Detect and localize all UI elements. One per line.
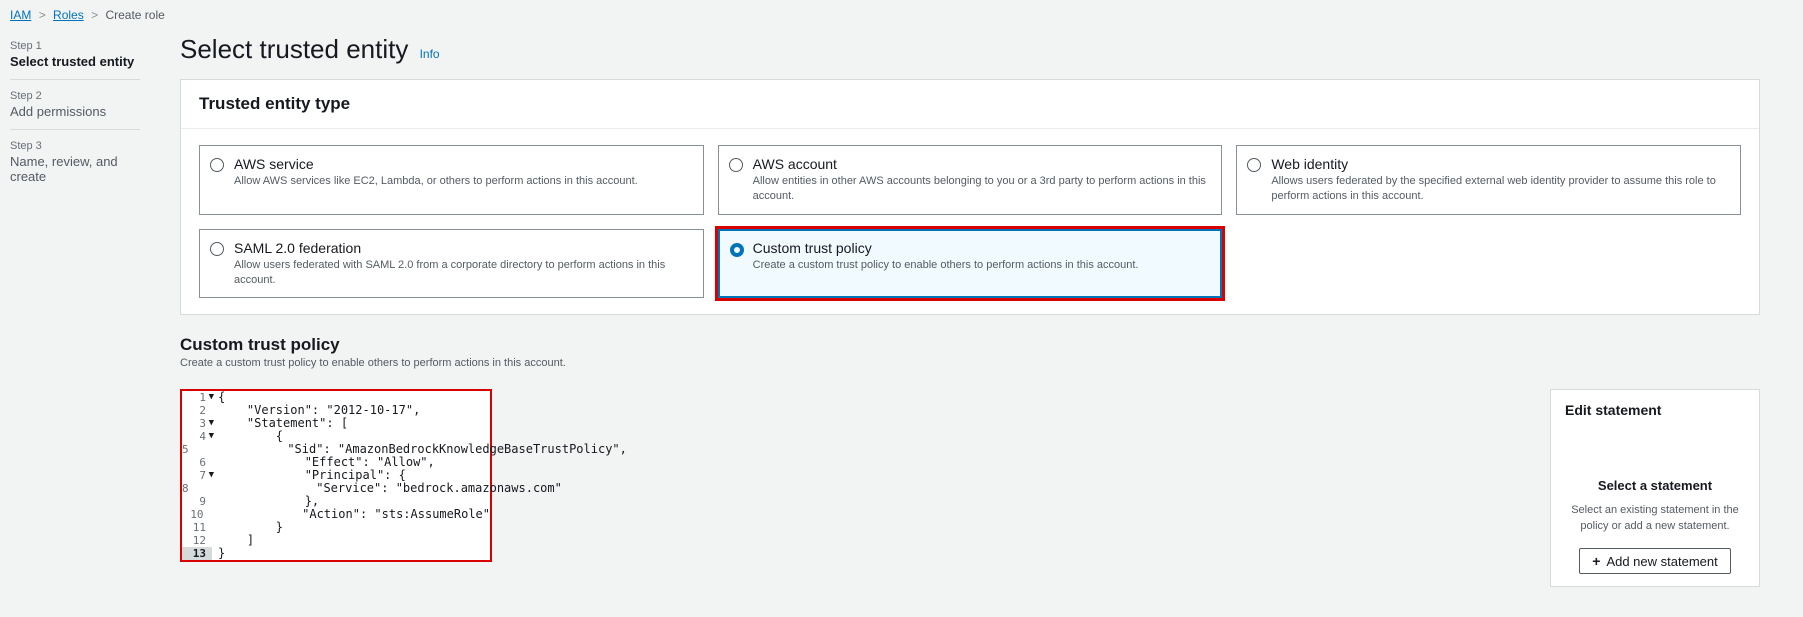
step-label: Name, review, and create (10, 154, 140, 184)
select-statement-desc: Select an existing statement in the poli… (1565, 503, 1745, 534)
code-line: } (212, 547, 225, 560)
card-desc: Allow entities in other AWS accounts bel… (753, 174, 1210, 204)
card-title: Web identity (1271, 156, 1728, 172)
add-statement-label: Add new statement (1606, 554, 1717, 569)
card-aws-account[interactable]: AWS account Allow entities in other AWS … (718, 145, 1223, 215)
edit-statement-title: Edit statement (1565, 402, 1745, 418)
card-desc: Allows users federated by the specified … (1271, 174, 1728, 204)
card-title: AWS service (234, 156, 691, 172)
custom-policy-title: Custom trust policy (180, 335, 1760, 355)
policy-json-editor[interactable]: 1▼{ 2 "Version": "2012-10-17", 3▼ "State… (182, 391, 490, 560)
breadcrumb-roles[interactable]: Roles (53, 8, 84, 22)
radio-icon (729, 158, 743, 172)
radio-icon (210, 242, 224, 256)
card-desc: Allow AWS services like EC2, Lambda, or … (234, 174, 691, 189)
card-web-identity[interactable]: Web identity Allows users federated by t… (1236, 145, 1741, 215)
step-1[interactable]: Step 1 Select trusted entity (10, 30, 140, 80)
card-aws-service[interactable]: AWS service Allow AWS services like EC2,… (199, 145, 704, 215)
card-saml[interactable]: SAML 2.0 federation Allow users federate… (199, 229, 704, 299)
plus-icon: + (1592, 553, 1600, 569)
radio-icon (1247, 158, 1261, 172)
card-title: Custom trust policy (753, 240, 1210, 256)
custom-policy-section: Custom trust policy Create a custom trus… (180, 335, 1760, 587)
step-number: Step 2 (10, 90, 140, 102)
card-desc: Create a custom trust policy to enable o… (753, 258, 1210, 273)
trusted-entity-header: Trusted entity type (181, 80, 1759, 129)
breadcrumb-sep: > (39, 8, 46, 22)
step-number: Step 1 (10, 40, 140, 52)
trusted-entity-panel: Trusted entity type AWS service Allow AW… (180, 79, 1760, 315)
card-title: AWS account (753, 156, 1210, 172)
breadcrumb-iam[interactable]: IAM (10, 8, 31, 22)
wizard-steps: Step 1 Select trusted entity Step 2 Add … (0, 30, 150, 587)
select-statement-heading: Select a statement (1565, 478, 1745, 493)
highlight-box: 1▼{ 2 "Version": "2012-10-17", 3▼ "State… (180, 389, 492, 562)
add-statement-button[interactable]: + Add new statement (1579, 548, 1730, 574)
step-2[interactable]: Step 2 Add permissions (10, 80, 140, 130)
page-title-text: Select trusted entity (180, 34, 408, 64)
breadcrumb: IAM > Roles > Create role (0, 0, 1803, 30)
step-3[interactable]: Step 3 Name, review, and create (10, 130, 140, 194)
radio-icon (210, 158, 224, 172)
radio-icon (730, 243, 744, 257)
card-title: SAML 2.0 federation (234, 240, 691, 256)
page-title: Select trusted entity Info (180, 34, 1760, 65)
card-desc: Allow users federated with SAML 2.0 from… (234, 258, 691, 288)
info-link[interactable]: Info (420, 47, 440, 61)
step-label: Select trusted entity (10, 54, 140, 69)
step-number: Step 3 (10, 140, 140, 152)
breadcrumb-current: Create role (105, 8, 164, 22)
highlight-box: Custom trust policy Create a custom trus… (715, 226, 1226, 302)
card-custom-trust[interactable]: Custom trust policy Create a custom trus… (718, 229, 1223, 299)
step-label: Add permissions (10, 104, 140, 119)
breadcrumb-sep: > (91, 8, 98, 22)
edit-statement-panel: Edit statement Select a statement Select… (1550, 389, 1760, 587)
custom-policy-desc: Create a custom trust policy to enable o… (180, 357, 1760, 369)
